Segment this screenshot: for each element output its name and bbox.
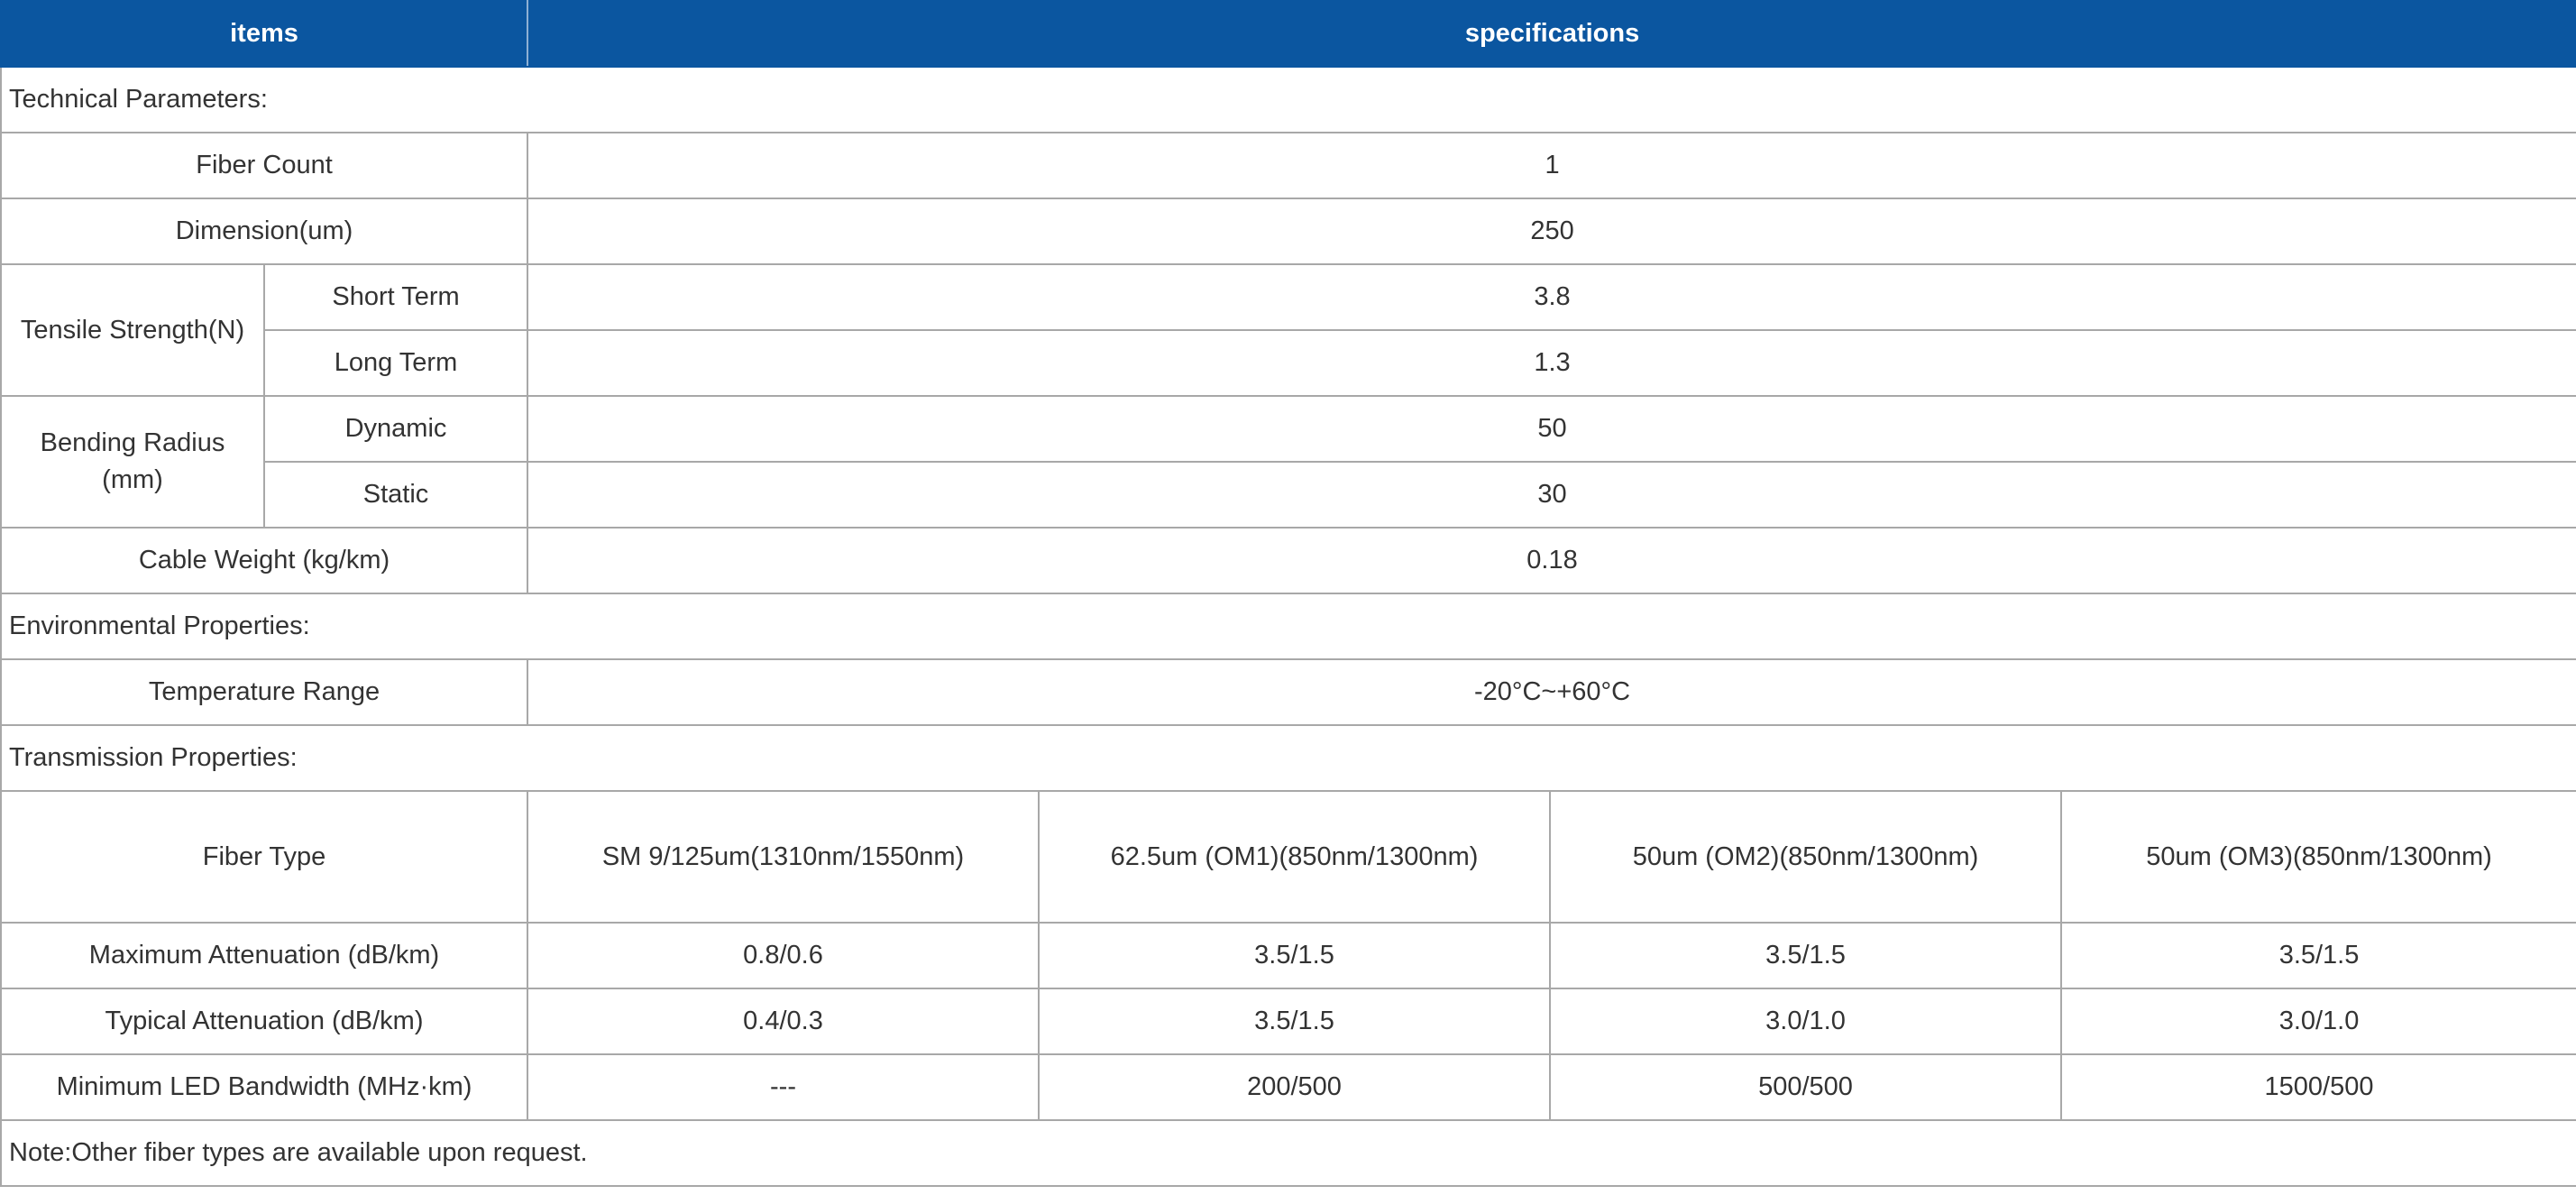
row-label-bending-radius: Bending Radius (mm) <box>0 395 265 529</box>
cell-led-bw-om1: 200/500 <box>1038 1053 1552 1121</box>
sub-label-static: Static <box>262 461 529 529</box>
section-row: Technical Parameters: <box>0 66 2576 133</box>
row-label-cable-weight: Cable Weight (kg/km) <box>0 527 529 594</box>
section-row: Transmission Properties: <box>0 724 2576 792</box>
cell-typ-atten-om3: 3.0/1.0 <box>2060 988 2576 1055</box>
row-value-dimension: 250 <box>527 198 2576 265</box>
cell-fiber-type-om1: 62.5um (OM1)(850nm/1300nm) <box>1038 790 1552 924</box>
row-value-cable-weight: 0.18 <box>527 527 2576 594</box>
row-label-maximum-attenuation: Maximum Attenuation (dB/km) <box>0 922 529 989</box>
header-items: items <box>0 0 529 68</box>
cell-max-atten-om1: 3.5/1.5 <box>1038 922 1552 989</box>
table-row: Temperature Range -20°C~+60°C <box>0 658 2576 726</box>
sub-label-dynamic: Dynamic <box>262 395 529 463</box>
row-label-led-bandwidth: Minimum LED Bandwidth (MHz·km) <box>0 1053 529 1121</box>
row-label-temperature-range: Temperature Range <box>0 658 529 726</box>
row-label-fiber-count: Fiber Count <box>0 132 529 199</box>
section-technical-parameters: Technical Parameters: <box>0 66 2576 133</box>
table-row: Fiber Type SM 9/125um(1310nm/1550nm) 62.… <box>0 790 2576 924</box>
row-value-fiber-count: 1 <box>527 132 2576 199</box>
cell-fiber-type-om3: 50um (OM3)(850nm/1300nm) <box>2060 790 2576 924</box>
cell-typ-atten-sm: 0.4/0.3 <box>527 988 1040 1055</box>
row-value-short-term: 3.8 <box>527 263 2576 331</box>
row-value-dynamic: 50 <box>527 395 2576 463</box>
table-row: Cable Weight (kg/km) 0.18 <box>0 527 2576 594</box>
section-row: Environmental Properties: <box>0 593 2576 660</box>
table-row: Fiber Count 1 <box>0 132 2576 199</box>
cell-led-bw-om2: 500/500 <box>1549 1053 2063 1121</box>
header-specifications: specifications <box>527 0 2576 68</box>
cell-typ-atten-om1: 3.5/1.5 <box>1038 988 1552 1055</box>
table-row: Long Term 1.3 <box>1 329 2576 397</box>
cell-max-atten-om3: 3.5/1.5 <box>2060 922 2576 989</box>
specifications-table: items specifications Technical Parameter… <box>0 0 2576 1187</box>
table-row: Dimension(um) 250 <box>0 198 2576 265</box>
row-label-dimension: Dimension(um) <box>0 198 529 265</box>
cell-fiber-type-om2: 50um (OM2)(850nm/1300nm) <box>1549 790 2063 924</box>
section-transmission-properties: Transmission Properties: <box>0 724 2576 792</box>
cell-led-bw-sm: --- <box>527 1053 1040 1121</box>
table-row: Tensile Strength(N) Short Term 3.8 <box>0 263 2576 397</box>
sub-label-long-term: Long Term <box>262 329 529 397</box>
row-value-long-term: 1.3 <box>527 329 2576 397</box>
row-label-tensile-strength: Tensile Strength(N) <box>0 263 265 397</box>
cell-max-atten-om2: 3.5/1.5 <box>1549 922 2063 989</box>
section-row: Note:Other fiber types are available upo… <box>0 1119 2576 1187</box>
section-environmental-properties: Environmental Properties: <box>0 593 2576 660</box>
header-row: items specifications <box>0 0 2576 68</box>
row-label-typical-attenuation: Typical Attenuation (dB/km) <box>0 988 529 1055</box>
table-row: Maximum Attenuation (dB/km) 0.8/0.6 3.5/… <box>0 922 2576 989</box>
cell-max-atten-sm: 0.8/0.6 <box>527 922 1040 989</box>
cell-fiber-type-sm: SM 9/125um(1310nm/1550nm) <box>527 790 1040 924</box>
table-row: Minimum LED Bandwidth (MHz·km) --- 200/5… <box>0 1053 2576 1121</box>
table-row: Typical Attenuation (dB/km) 0.4/0.3 3.5/… <box>0 988 2576 1055</box>
note-text: Note:Other fiber types are available upo… <box>0 1119 2576 1187</box>
row-label-fiber-type: Fiber Type <box>0 790 529 924</box>
row-value-temperature-range: -20°C~+60°C <box>527 658 2576 726</box>
sub-label-short-term: Short Term <box>262 263 529 331</box>
table-row: Static 30 <box>1 461 2576 529</box>
row-value-static: 30 <box>527 461 2576 529</box>
cell-typ-atten-om2: 3.0/1.0 <box>1549 988 2063 1055</box>
table-row: Bending Radius (mm) Dynamic 50 <box>0 395 2576 529</box>
cell-led-bw-om3: 1500/500 <box>2060 1053 2576 1121</box>
